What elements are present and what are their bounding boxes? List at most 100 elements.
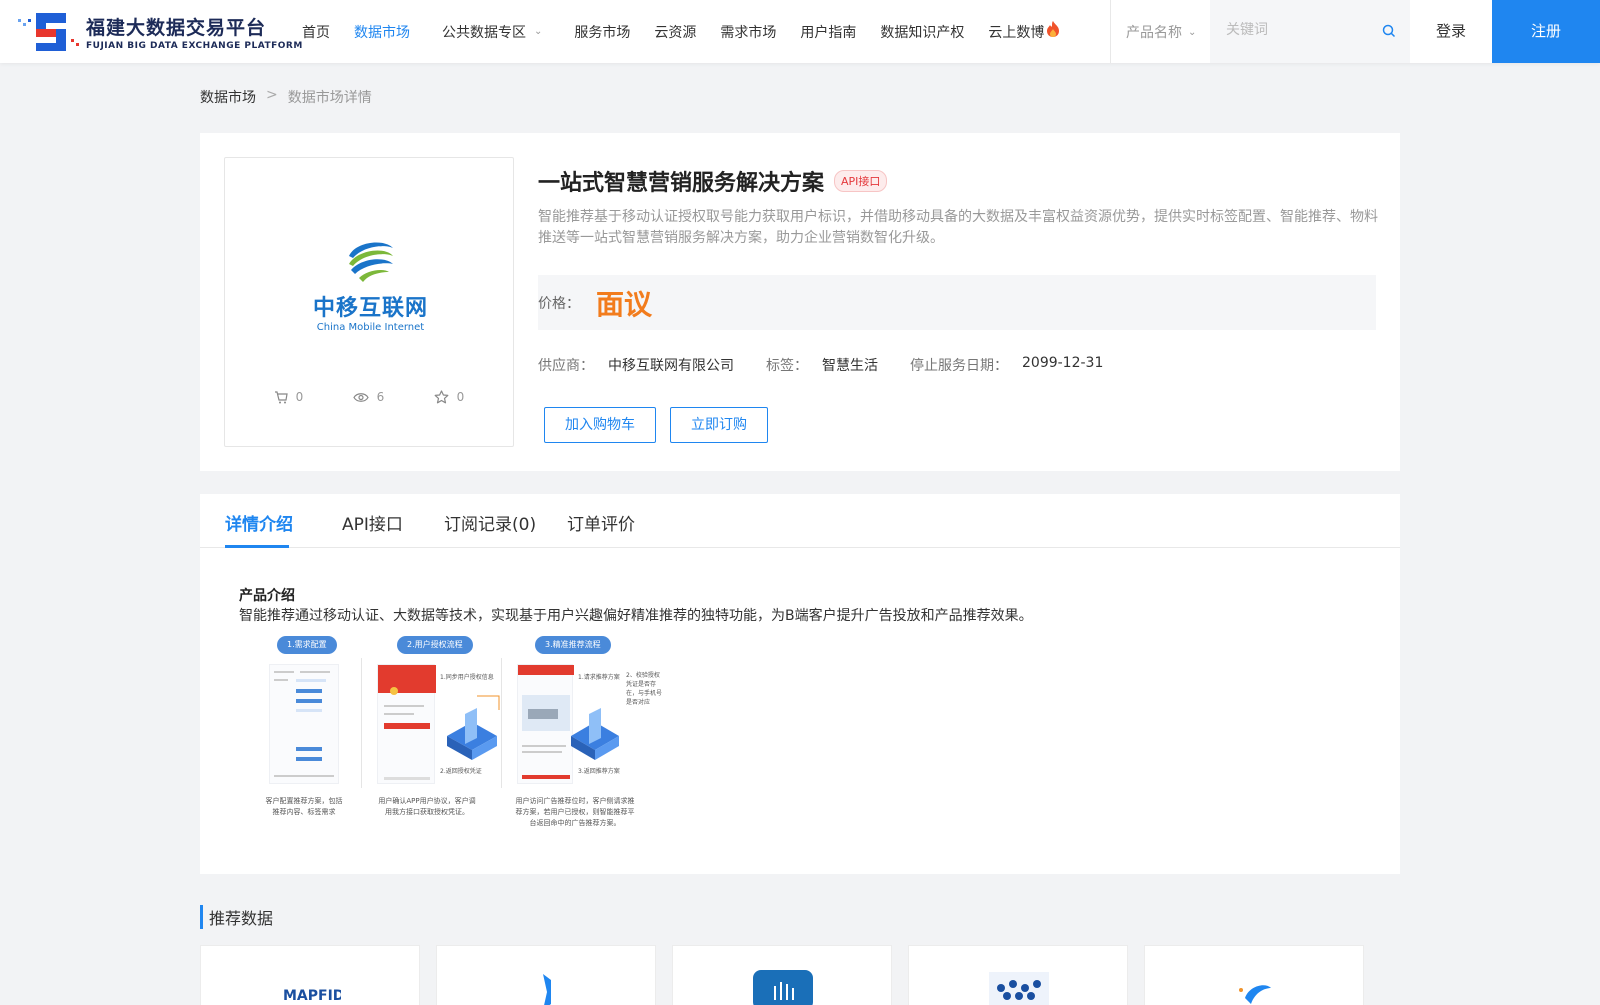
site-logo[interactable]: 福建大数据交易平台 FUJIAN BIG DATA EXCHANGE PLATF… [16, 9, 303, 54]
provider-logo-en: China Mobile Internet [316, 322, 425, 333]
nav-user-guide-label: 用户指南 [800, 24, 857, 41]
nav-cloud-expo[interactable]: 云上数博 [988, 20, 1060, 42]
supplier-value: 中移互联网有限公司 [608, 358, 734, 374]
recommend-card[interactable]: MAPFID [200, 945, 420, 1005]
server-icon [571, 708, 619, 760]
active-tab-indicator [225, 545, 289, 548]
main-nav: 首页 数据市场 公共数据专区 ⌄ 服务市场 云资源 需求市场 用户指南 数据知识产… [290, 0, 1084, 63]
recommend-section-title: 推荐数据 [200, 905, 273, 929]
detail-panel: 详情介绍 API接口 订阅记录(0) 订单评价 产品介绍 智能推荐通过移动认证、… [200, 494, 1400, 874]
step-badge: 2.用户授权流程 [397, 636, 473, 654]
auth-screenshot [377, 664, 436, 784]
tag-label: 标签： [766, 358, 808, 374]
intro-title: 产品介绍 [239, 588, 295, 604]
product-stats: 0 6 0 [225, 390, 513, 404]
nav-data-ip-label: 数据知识产权 [880, 24, 965, 41]
login-button[interactable]: 登录 [1410, 0, 1492, 63]
nav-data-ip[interactable]: 数据知识产权 [880, 22, 964, 42]
nav-service-market-label: 服务市场 [574, 24, 631, 41]
site-name-cn: 福建大数据交易平台 [86, 16, 267, 39]
provider-logo: 中移互联网 China Mobile Internet [313, 236, 429, 333]
end-date-label: 停止服务日期： [910, 358, 1008, 374]
eye-icon [352, 392, 369, 402]
diagram-note: 2.返回授权凭证 [440, 768, 482, 775]
nav-demand-market[interactable]: 需求市场 [720, 22, 776, 42]
nav-data-market[interactable]: 数据市场 [354, 22, 410, 42]
config-screenshot [269, 664, 339, 784]
process-diagram: 1.需求配置 2.用户授权流程 3.精准推荐流程 1.同步用户授权信息 2.返回… [265, 636, 675, 836]
nav-cloud-resources[interactable]: 云资源 [654, 22, 696, 42]
intro-text: 智能推荐通过移动认证、大数据等技术，实现基于用户兴趣偏好精准推荐的独特功能，为B… [239, 608, 1033, 624]
product-description: 智能推荐基于移动认证授权取号能力获取用户标识，并借助移动具备的大数据及丰富权益资… [538, 209, 1378, 246]
search-category-select[interactable]: 产品名称 ⌄ [1126, 22, 1196, 42]
header-divider [1110, 0, 1111, 63]
breadcrumb-current: 数据市场详情 [287, 90, 372, 106]
price-value: 面议 [596, 287, 653, 321]
diagram-caption: 客户配置推荐方案，包括推荐内容、标签需求 [265, 797, 343, 816]
end-date-value: 2099-12-31 [1022, 355, 1104, 371]
add-to-cart-button[interactable]: 加入购物车 [544, 407, 656, 443]
svg-text:MAPFID: MAPFID [283, 988, 341, 1004]
diagram-note: 3.返回推荐方案 [578, 768, 620, 775]
nav-public-data[interactable]: 公共数据专区 ⌄ [442, 22, 542, 42]
subscribe-button[interactable]: 立即订购 [670, 407, 768, 443]
recommend-card[interactable] [1144, 945, 1364, 1005]
end-date-info: 停止服务日期： 2099-12-31 [910, 355, 1103, 375]
nav-user-guide[interactable]: 用户指南 [800, 22, 856, 42]
product-meta: 供应商： 中移互联网有限公司 标签： 智慧生活 停止服务日期： 2099-12-… [538, 355, 1135, 375]
section-accent-bar [200, 905, 203, 929]
detail-tabs: 详情介绍 API接口 订阅记录(0) 订单评价 [200, 494, 1400, 548]
tab-subscription-records[interactable]: 订阅记录(0) [444, 510, 536, 535]
diagram-divider [501, 658, 502, 788]
cart-icon [274, 390, 288, 403]
product-summary-card: 中移互联网 China Mobile Internet 0 6 0 一站式智慧营… [200, 133, 1400, 471]
diagram-caption: 用户确认APP用户协议，客户调用我方接口获取授权凭证。 [378, 797, 476, 816]
diagram-note: 2、校验授权凭证是否存在，与手机号是否对应 [626, 672, 663, 706]
nav-cloud-expo-label: 云上数博 [988, 24, 1045, 41]
tab-details[interactable]: 详情介绍 [225, 510, 293, 535]
favorite-count[interactable]: 0 [434, 390, 465, 404]
favorite-count-value: 0 [456, 390, 465, 404]
top-header: 福建大数据交易平台 FUJIAN BIG DATA EXCHANGE PLATF… [0, 0, 1600, 63]
china-mobile-logo-icon [348, 242, 393, 282]
step-badge: 3.精准推荐流程 [535, 636, 611, 654]
recommend-card[interactable] [908, 945, 1128, 1005]
auth-mockup-icon [378, 665, 436, 780]
tab-api[interactable]: API接口 [342, 510, 403, 535]
search-input[interactable] [1226, 22, 1366, 38]
form-mockup-icon [274, 671, 334, 777]
star-icon [434, 390, 449, 404]
tab-order-reviews[interactable]: 订单评价 [567, 510, 635, 535]
nav-home[interactable]: 首页 [302, 22, 330, 42]
recommend-title: 推荐数据 [209, 909, 274, 928]
recommend-card[interactable] [436, 945, 656, 1005]
nav-service-market[interactable]: 服务市场 [574, 22, 630, 42]
fire-icon [1047, 20, 1060, 37]
tag-info: 标签： 智慧生活 [766, 355, 878, 375]
price-box: 价格： 面议 [538, 275, 1376, 330]
nav-demand-market-label: 需求市场 [720, 24, 777, 41]
view-count-value: 6 [376, 390, 385, 404]
breadcrumb-separator: > [266, 87, 278, 103]
provider-logo-cn: 中移互联网 [313, 296, 429, 321]
register-button[interactable]: 注册 [1492, 0, 1600, 63]
search-icon[interactable] [1382, 24, 1396, 38]
product-thumbnail: 中移互联网 China Mobile Internet 0 6 0 [224, 157, 514, 447]
cart-count: 0 [274, 390, 304, 404]
nav-public-data-label: 公共数据专区 [442, 24, 526, 41]
tag-value: 智慧生活 [822, 358, 878, 374]
diagram-divider [361, 658, 362, 788]
nav-home-label: 首页 [302, 24, 330, 41]
step-badge: 1.需求配置 [277, 636, 337, 654]
diagram-note: 1.请求推荐方案 [578, 674, 620, 681]
product-title-row: 一站式智慧营销服务解决方案 API接口 [538, 165, 888, 197]
logo-icon [18, 13, 79, 51]
search-box [1210, 0, 1410, 63]
cart-count-value: 0 [295, 390, 304, 404]
supplier-label: 供应商： [538, 358, 594, 374]
diagram-note: 1.同步用户授权信息 [440, 674, 494, 681]
recommend-card[interactable] [672, 945, 892, 1005]
breadcrumb-root[interactable]: 数据市场 [200, 87, 256, 107]
breadcrumb: 数据市场 > 数据市场详情 [200, 87, 372, 107]
price-label: 价格： [538, 295, 580, 312]
